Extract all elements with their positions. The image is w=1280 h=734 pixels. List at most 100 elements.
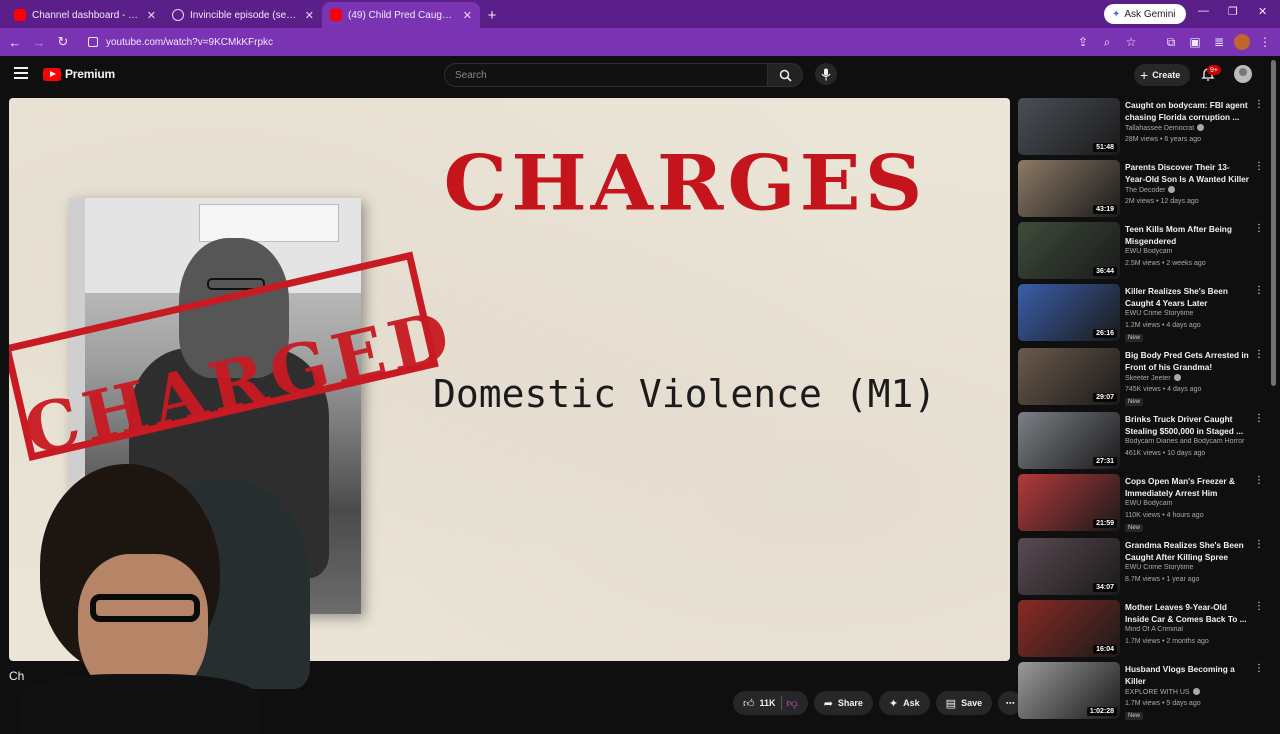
more-vertical-icon[interactable]: ⋮ — [1254, 540, 1264, 550]
reload-icon[interactable]: ↻ — [51, 30, 75, 54]
more-vertical-icon[interactable]: ⋮ — [1254, 350, 1264, 360]
close-window-icon[interactable]: ✕ — [1258, 5, 1267, 18]
close-tab-icon[interactable]: ✕ — [463, 9, 472, 22]
youtube-icon — [14, 9, 26, 21]
like-count[interactable]: 11K — [760, 698, 776, 708]
channel-name-row[interactable]: Tallahassee Democrat — [1125, 124, 1249, 132]
more-vertical-icon[interactable]: ⋮ — [1254, 414, 1264, 424]
recommended-video[interactable]: 36:44 Teen Kills Mom After Being Misgende… — [1018, 222, 1268, 280]
browser-profile-avatar[interactable] — [1234, 34, 1250, 50]
ask-button[interactable]: ✦ Ask — [878, 691, 930, 715]
video-title[interactable]: Teen Kills Mom After Being Misgendered — [1125, 223, 1249, 247]
recommended-video[interactable]: 27:31 Brinks Truck Driver Caught Stealing… — [1018, 412, 1268, 470]
maximize-icon[interactable]: ❐ — [1228, 5, 1238, 18]
address-bar[interactable]: youtube.com/watch?v=9KCMkKFrpkc — [80, 31, 1080, 53]
voice-search-button[interactable] — [815, 63, 837, 85]
recommended-video[interactable]: 1:02:28 Husband Vlogs Becoming a Killer EX… — [1018, 662, 1268, 720]
more-vertical-icon[interactable]: ⋮ — [1254, 664, 1264, 674]
share-button[interactable]: ➦ Share — [813, 691, 873, 715]
video-meta: 1.2M views • 4 days ago — [1125, 322, 1201, 329]
channel-name-row[interactable]: Skeeter Jeeter — [1125, 374, 1249, 382]
channel-name: EXPLORE WITH US — [1125, 689, 1190, 696]
zoom-icon[interactable]: ⌕ — [1098, 30, 1116, 54]
recommended-video[interactable]: 26:16 Killer Realizes She's Been Caught 4… — [1018, 284, 1268, 342]
ask-gemini-button[interactable]: ✦ Ask Gemini — [1104, 4, 1186, 24]
media-controls-icon[interactable]: ≣ — [1210, 30, 1228, 54]
video-thumbnail[interactable]: 16:04 — [1018, 600, 1120, 657]
browser-tab-3[interactable]: (49) Child Pred Caught Red-Ha ✕ — [322, 2, 480, 28]
video-thumbnail[interactable]: 29:07 — [1018, 348, 1120, 405]
new-tab-button[interactable]: + — [480, 2, 504, 28]
video-thumbnail[interactable]: 21:59 — [1018, 474, 1120, 531]
search-input[interactable]: Search — [444, 63, 768, 87]
streamer-webcam-overlay — [0, 454, 350, 734]
video-title[interactable]: Caught on bodycam: FBI agent chasing Flo… — [1125, 99, 1249, 123]
browser-tab-bar: Channel dashboard - YouTube✕Invincible e… — [0, 0, 1280, 28]
video-thumbnail[interactable]: 43:19 — [1018, 160, 1120, 217]
sidepanel-icon[interactable]: ▣ — [1186, 30, 1204, 54]
more-vertical-icon[interactable]: ⋮ — [1254, 100, 1264, 110]
back-icon[interactable]: ← — [3, 30, 27, 54]
page-scrollbar[interactable] — [1271, 60, 1276, 386]
more-vertical-icon[interactable]: ⋮ — [1254, 286, 1264, 296]
video-title[interactable]: Cops Open Man's Freezer & Immediately Ar… — [1125, 475, 1249, 499]
video-title[interactable]: Parents Discover Their 13-Year-Old Son I… — [1125, 161, 1249, 185]
recommended-video[interactable]: 51:48 Caught on bodycam: FBI agent chasin… — [1018, 98, 1268, 156]
thumbs-down-icon[interactable]: 👎︎ — [787, 697, 798, 710]
recommended-video[interactable]: 34:07 Grandma Realizes She's Been Caught … — [1018, 538, 1268, 596]
ask-gemini-label: Ask Gemini — [1124, 8, 1176, 20]
thumbs-up-icon[interactable]: 👍︎ — [743, 697, 755, 710]
forward-icon[interactable]: → — [27, 30, 51, 54]
more-vertical-icon[interactable]: ⋮ — [1254, 224, 1264, 234]
create-button[interactable]: + Create — [1134, 64, 1191, 86]
video-thumbnail[interactable]: 51:48 — [1018, 98, 1120, 155]
channel-name-row[interactable]: EWU Crime Storytime — [1125, 310, 1249, 317]
browser-menu-icon[interactable]: ⋮ — [1256, 30, 1274, 54]
guide-menu-icon[interactable] — [14, 67, 28, 79]
install-app-icon[interactable]: ⇪ — [1074, 30, 1092, 54]
recommended-video[interactable]: 21:59 Cops Open Man's Freezer & Immediate… — [1018, 474, 1268, 532]
video-thumbnail[interactable]: 1:02:28 — [1018, 662, 1120, 719]
video-title[interactable]: Mother Leaves 9-Year-Old Inside Car & Co… — [1125, 601, 1249, 625]
channel-name-row[interactable]: Mind Of A Criminal — [1125, 626, 1249, 633]
browser-tab-1[interactable]: Channel dashboard - YouTube ✕ — [6, 2, 164, 28]
video-title[interactable]: Husband Vlogs Becoming a Killer — [1125, 663, 1249, 687]
video-title[interactable]: Killer Realizes She's Been Caught 4 Year… — [1125, 285, 1249, 309]
channel-name-row[interactable]: EWU Crime Storytime — [1125, 564, 1249, 571]
recommendations-sidebar: 51:48 Caught on bodycam: FBI agent chasin… — [1018, 98, 1268, 720]
verified-check-icon — [1197, 124, 1205, 131]
video-title[interactable]: Brinks Truck Driver Caught Stealing $500… — [1125, 413, 1249, 437]
video-thumbnail[interactable]: 27:31 — [1018, 412, 1120, 469]
recommended-video[interactable]: 29:07 Big Body Pred Gets Arrested in Fron… — [1018, 348, 1268, 406]
browser-tab-2[interactable]: Invincible episode (season 2, ep ✕ — [164, 2, 322, 28]
more-vertical-icon[interactable]: ⋮ — [1254, 476, 1264, 486]
close-tab-icon[interactable]: ✕ — [305, 9, 314, 22]
channel-name: EWU Crime Storytime — [1125, 564, 1194, 571]
channel-name-row[interactable]: Bodycam Diaries and Bodycam Horror — [1125, 438, 1249, 445]
video-title[interactable]: Big Body Pred Gets Arrested in Front of … — [1125, 349, 1249, 373]
video-title[interactable]: Grandma Realizes She's Been Caught After… — [1125, 539, 1249, 563]
extensions-icon[interactable]: ⧉ — [1162, 30, 1180, 54]
more-vertical-icon[interactable]: ⋮ — [1254, 602, 1264, 612]
channel-name-row[interactable]: EXPLORE WITH US — [1125, 688, 1249, 696]
youtube-premium-logo[interactable]: Premium — [43, 67, 115, 81]
site-info-icon[interactable] — [88, 37, 98, 47]
bookmark-star-icon[interactable]: ☆ — [1122, 30, 1140, 54]
plus-icon: + — [1140, 67, 1149, 83]
channel-name-row[interactable]: EWU Bodycam — [1125, 248, 1249, 255]
recommended-video[interactable]: 16:04 Mother Leaves 9-Year-Old Inside Car… — [1018, 600, 1268, 658]
save-button[interactable]: ▤ Save — [935, 691, 993, 715]
recommended-video[interactable]: 43:19 Parents Discover Their 13-Year-Old … — [1018, 160, 1268, 218]
minimize-icon[interactable]: — — [1198, 5, 1209, 17]
youtube-play-icon — [43, 67, 61, 81]
video-thumbnail[interactable]: 36:44 — [1018, 222, 1120, 279]
channel-name-row[interactable]: The Decoder — [1125, 186, 1249, 194]
close-tab-icon[interactable]: ✕ — [147, 9, 156, 22]
channel-name-row[interactable]: EWU Bodycam — [1125, 500, 1249, 507]
account-avatar[interactable] — [1234, 65, 1252, 83]
video-thumbnail[interactable]: 34:07 — [1018, 538, 1120, 595]
more-vertical-icon[interactable]: ⋮ — [1254, 162, 1264, 172]
video-thumbnail[interactable]: 26:16 — [1018, 284, 1120, 341]
search-button[interactable] — [767, 63, 803, 87]
video-duration: 26:16 — [1093, 329, 1117, 338]
